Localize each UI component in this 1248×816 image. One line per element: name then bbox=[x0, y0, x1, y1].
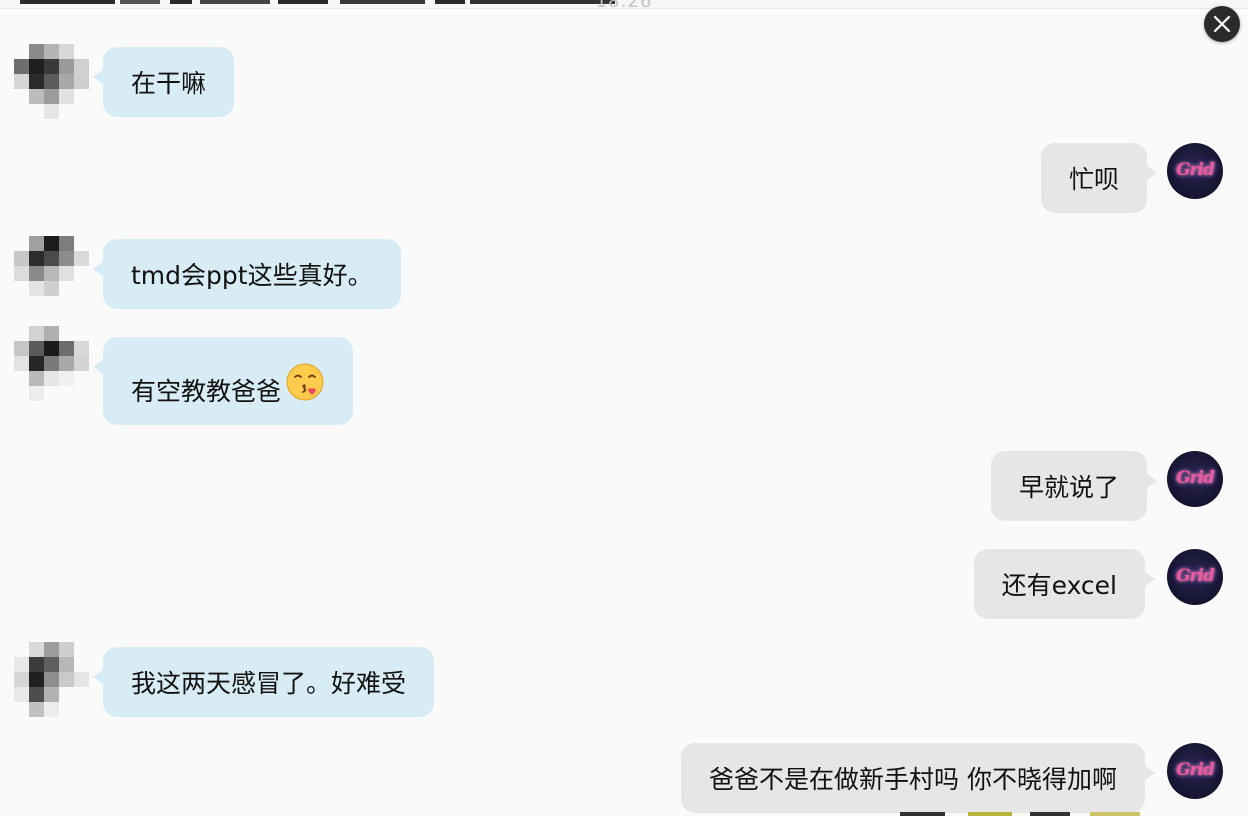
contact-avatar[interactable] bbox=[14, 326, 90, 402]
close-button[interactable] bbox=[1204, 6, 1240, 42]
contact-avatar[interactable] bbox=[14, 642, 90, 718]
message-bubble-incoming[interactable]: 有空教教爸爸 bbox=[92, 337, 354, 425]
close-icon bbox=[1213, 15, 1231, 33]
contact-avatar[interactable] bbox=[14, 44, 90, 120]
avatar-logo-text: Grid bbox=[1176, 160, 1215, 180]
message-bubble-incoming[interactable]: 在干嘛 bbox=[92, 47, 235, 117]
message-text: 有空教教爸爸 bbox=[131, 377, 282, 406]
timestamp: 18:26 bbox=[595, 0, 653, 12]
avatar-logo-text: Grid bbox=[1176, 468, 1215, 488]
my-avatar[interactable]: Grid bbox=[1167, 743, 1223, 799]
bottom-strip bbox=[900, 812, 1160, 816]
message-bubble-incoming[interactable]: tmd会ppt这些真好。 bbox=[93, 239, 401, 309]
avatar-logo-text: Grid bbox=[1176, 566, 1215, 586]
message-bubble-outgoing[interactable]: 早就说了 bbox=[990, 451, 1158, 521]
message-bubble-incoming[interactable]: 我这两天感冒了。好难受 bbox=[92, 647, 435, 717]
my-avatar[interactable]: Grid bbox=[1167, 451, 1223, 507]
message-bubble-outgoing[interactable]: 忙呗 bbox=[1040, 143, 1158, 213]
my-avatar[interactable]: Grid bbox=[1167, 549, 1223, 605]
message-bubble-outgoing[interactable]: 爸爸不是在做新手村吗 你不晓得加啊 bbox=[681, 743, 1155, 813]
contact-avatar[interactable] bbox=[14, 236, 90, 312]
kissing-face-icon bbox=[285, 362, 325, 402]
message-bubble-outgoing[interactable]: 还有excel bbox=[973, 549, 1156, 619]
chat-window: 18:26 在干嘛 忙呗 Grid tmd会ppt这些真好。 有空教教爸爸 早就… bbox=[0, 0, 1248, 816]
avatar-logo-text: Grid bbox=[1176, 760, 1215, 780]
my-avatar[interactable]: Grid bbox=[1167, 143, 1223, 199]
